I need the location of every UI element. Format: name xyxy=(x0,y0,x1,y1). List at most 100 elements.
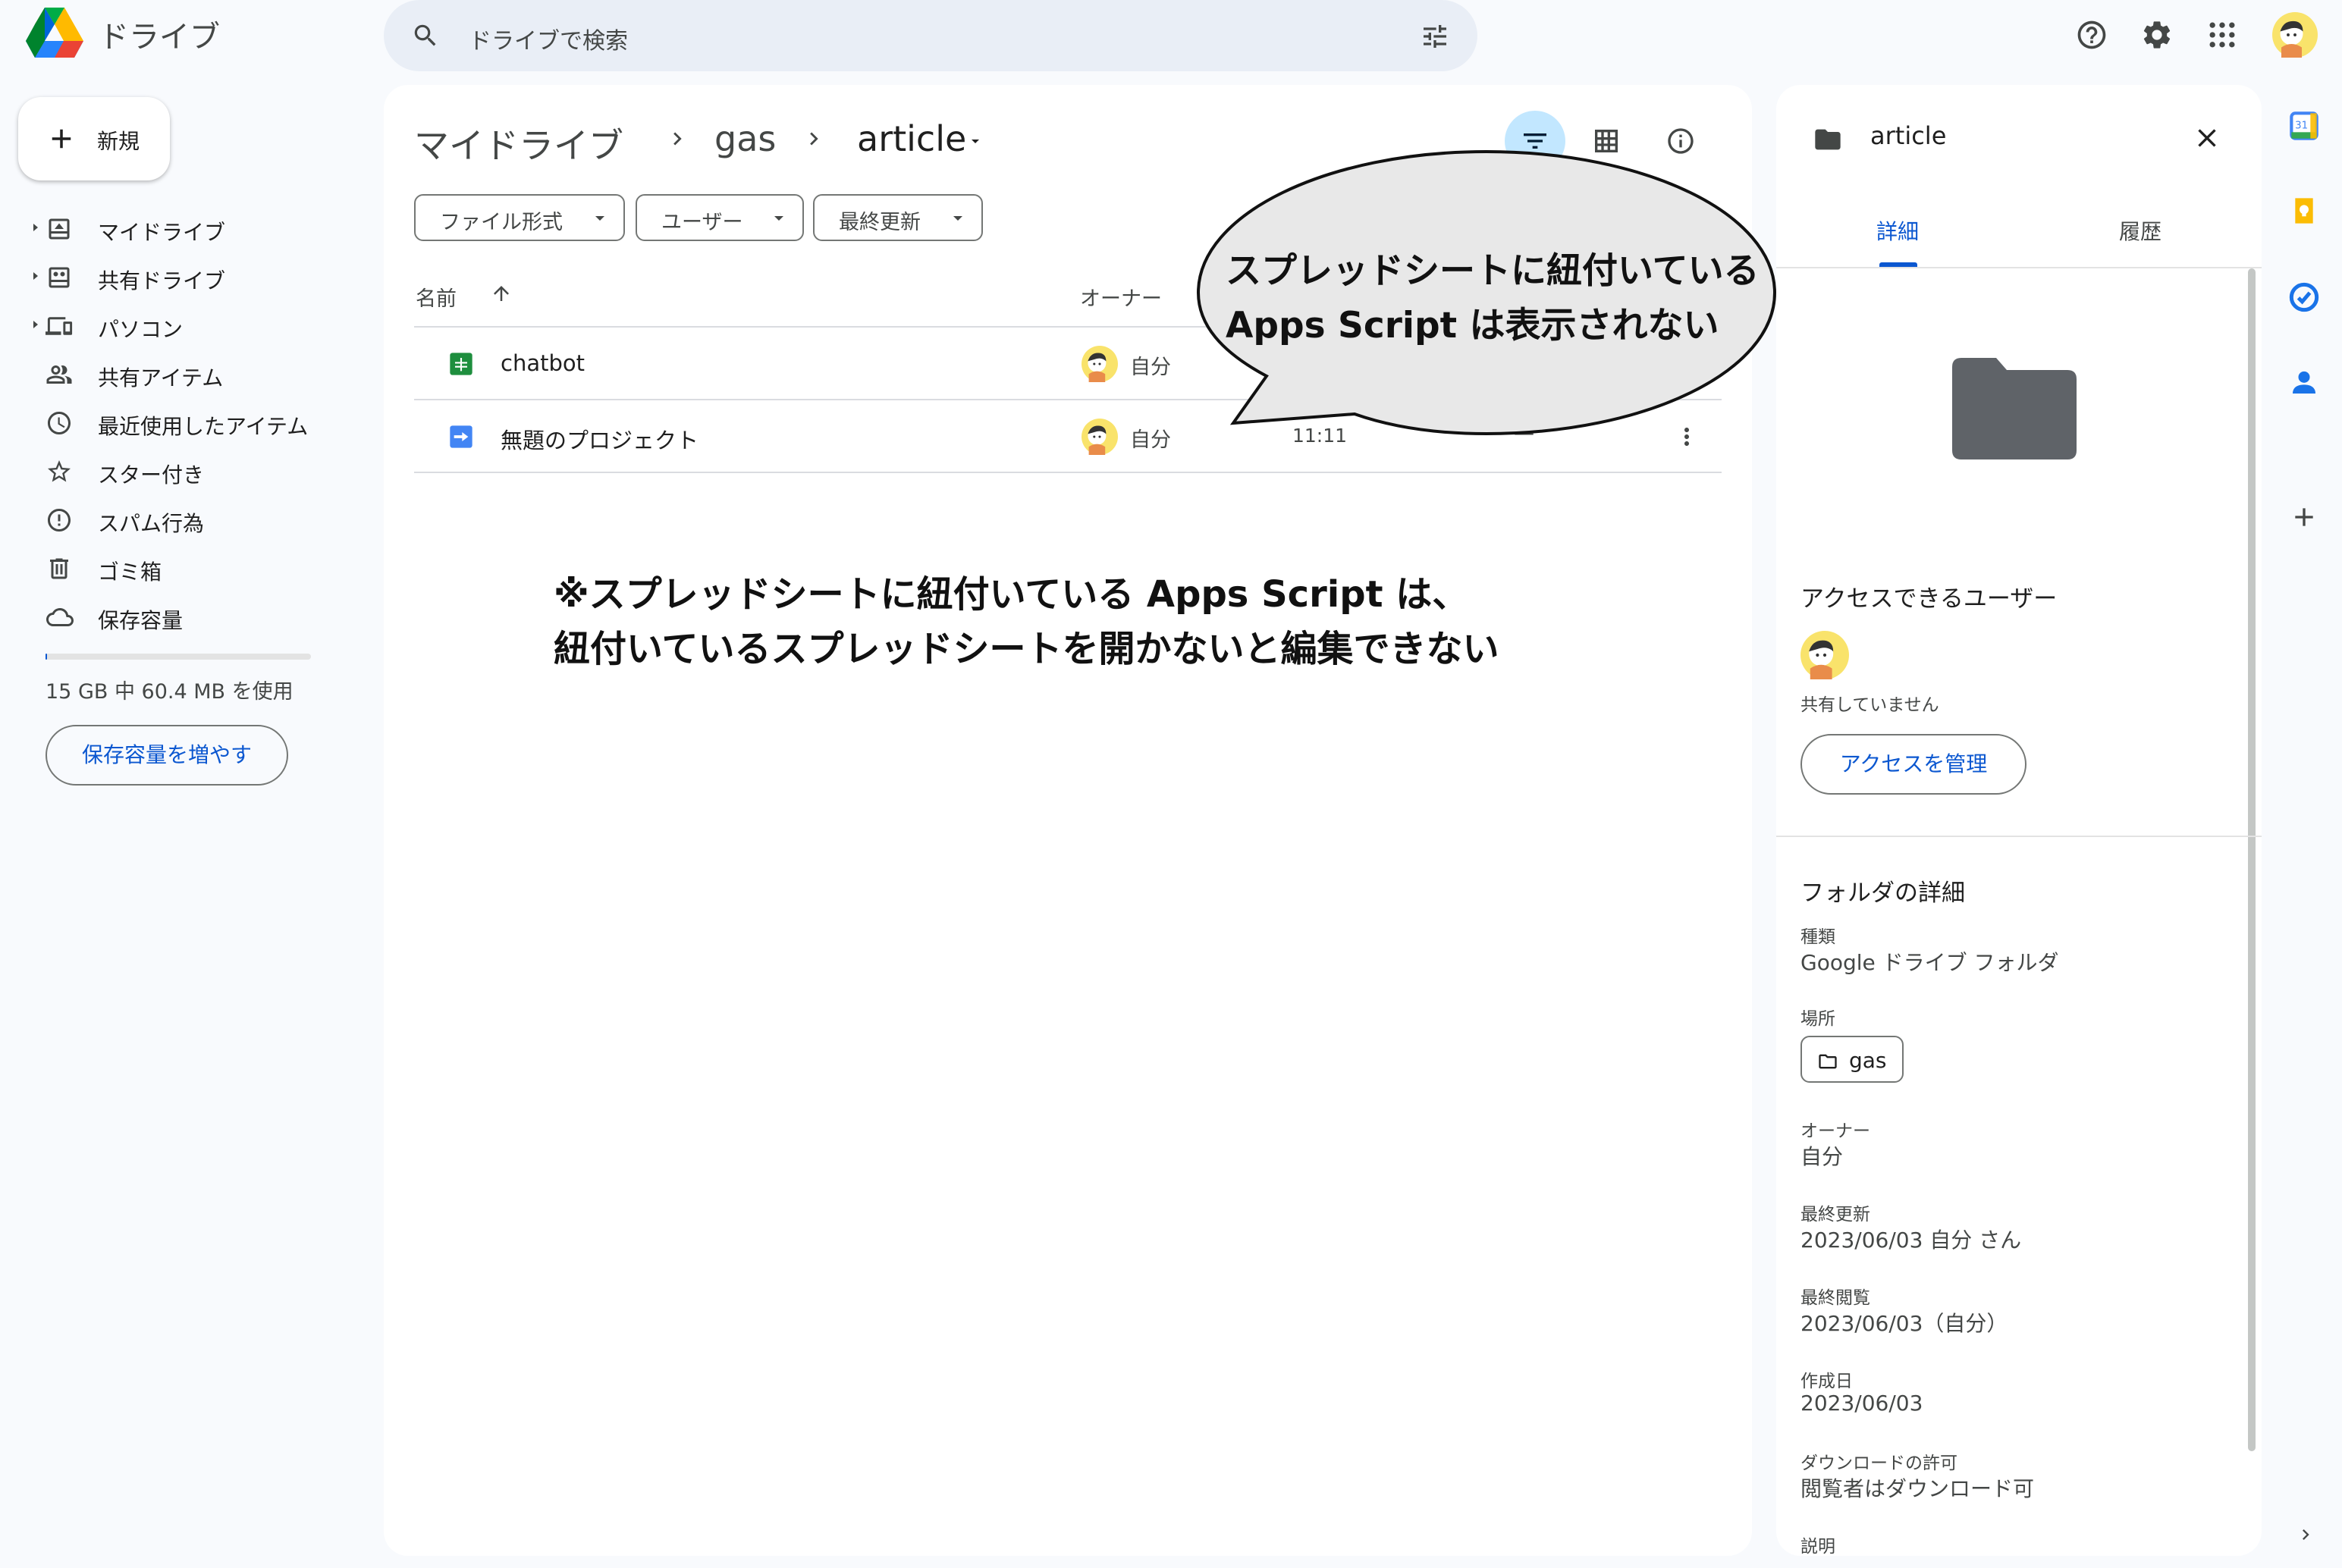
opened-value: 2023/06/03（自分） xyxy=(1800,1311,2008,1336)
calendar-icon[interactable]: 31 xyxy=(2289,111,2319,141)
annotation-note-line: 紐付いているスプレッドシートを開かないと編集できない xyxy=(554,628,1499,670)
search-bar[interactable]: ドライブで検索 xyxy=(384,0,1477,71)
download-value: 閲覧者はダウンロード可 xyxy=(1800,1476,2035,1501)
tasks-icon[interactable] xyxy=(2289,282,2319,312)
nav-item-recent[interactable]: 最近使用したアイテム xyxy=(26,399,367,447)
plus-icon xyxy=(46,123,77,155)
nav-item-label: 共有ドライブ xyxy=(98,268,226,293)
search-input[interactable]: ドライブで検索 xyxy=(469,22,628,55)
nav-item-label: パソコン xyxy=(98,317,184,342)
manage-access-button[interactable]: アクセスを管理 xyxy=(1800,734,2026,795)
sheets-icon xyxy=(449,352,473,376)
location-value: gas xyxy=(1849,1048,1887,1073)
my-drive-icon xyxy=(46,215,73,243)
file-name[interactable]: 無題のプロジェクト xyxy=(501,423,699,455)
location-chip[interactable]: gas xyxy=(1800,1036,1904,1083)
location-label: 場所 xyxy=(1800,1009,1835,1029)
help-icon[interactable] xyxy=(2075,18,2108,52)
owner-avatar xyxy=(1082,346,1118,382)
app-title: ドライブ xyxy=(99,20,220,55)
speech-bubble-line: Apps Script は表示されない xyxy=(1226,305,1719,347)
account-avatar[interactable] xyxy=(2272,12,2318,58)
tab-details[interactable]: 詳細 xyxy=(1876,215,1919,246)
nav-item-label: スパム行為 xyxy=(98,511,205,536)
details-title: article xyxy=(1870,121,1947,150)
calendar-day-text: 31 xyxy=(2295,120,2308,131)
nav-item-trash[interactable]: ゴミ箱 xyxy=(26,544,367,593)
nav-item-shared-with-me[interactable]: 共有アイテム xyxy=(26,350,367,399)
column-header-owner[interactable]: オーナー xyxy=(1080,282,1162,312)
nav-item-spam[interactable]: スパム行為 xyxy=(26,496,367,544)
annotation-note-line: ※スプレッドシートに紐付いている Apps Script は、 xyxy=(554,573,1469,616)
nav-item-shared-drives[interactable]: 共有ドライブ xyxy=(26,253,367,302)
trash-icon xyxy=(46,555,73,582)
speech-bubble-text: スプレッドシートに紐付いている Apps Script は表示されない xyxy=(1226,244,1760,353)
search-icon[interactable] xyxy=(411,21,440,50)
nav-item-starred[interactable]: スター付き xyxy=(26,447,367,496)
breadcrumb-my-drive[interactable]: マイドライブ xyxy=(414,118,623,168)
nav-item-storage[interactable]: 保存容量 xyxy=(26,593,367,641)
column-header-name[interactable]: 名前 xyxy=(416,282,457,312)
close-icon[interactable] xyxy=(2192,123,2222,153)
get-more-storage-button[interactable]: 保存容量を増やす xyxy=(46,725,288,786)
annotation-note: ※スプレッドシートに紐付いている Apps Script は、 紐付いているスプ… xyxy=(554,567,1499,676)
tab-activity[interactable]: 履歴 xyxy=(2119,215,2161,246)
settings-icon[interactable] xyxy=(2140,18,2174,52)
cloud-icon xyxy=(46,604,74,631)
divider xyxy=(1776,836,2262,837)
expand-arrow-icon[interactable] xyxy=(32,319,39,330)
nav-item-label: 最近使用したアイテム xyxy=(98,414,309,439)
chevron-right-icon xyxy=(801,126,827,152)
created-label: 作成日 xyxy=(1800,1372,1853,1391)
apps-grid-icon[interactable] xyxy=(2205,18,2239,52)
type-label: 種類 xyxy=(1800,927,1835,947)
details-panel: article 詳細 履歴 アクセスできるユーザー 共有していません アクセスを… xyxy=(1776,85,2262,1556)
search-options-icon[interactable] xyxy=(1420,21,1450,52)
folder-icon xyxy=(1813,124,1843,155)
sort-arrow-up-icon[interactable] xyxy=(490,282,513,305)
shared-drives-icon xyxy=(46,264,73,291)
file-name[interactable]: chatbot xyxy=(501,350,585,376)
star-icon xyxy=(46,458,73,485)
expand-arrow-icon[interactable] xyxy=(32,222,39,233)
chip-label: 最終更新 xyxy=(839,211,921,234)
filter-file-type[interactable]: ファイル形式 xyxy=(414,194,625,241)
keep-icon[interactable] xyxy=(2289,196,2319,226)
folder-preview-icon xyxy=(1952,358,2077,459)
divider xyxy=(1776,267,2262,268)
spam-icon xyxy=(46,506,73,534)
modified-label: 最終更新 xyxy=(1800,1205,1870,1225)
nav-item-label: ゴミ箱 xyxy=(98,560,162,585)
scrollbar[interactable] xyxy=(2248,268,2256,1451)
opened-label: 最終閲覧 xyxy=(1800,1288,1870,1308)
dropdown-arrow-icon[interactable] xyxy=(966,132,984,150)
nav-item-my-drive[interactable]: マイドライブ xyxy=(26,205,367,253)
contacts-icon[interactable] xyxy=(2289,367,2319,397)
owner-value: 自分 xyxy=(1800,1144,1844,1169)
filter-people[interactable]: ユーザー xyxy=(636,194,804,241)
nav-item-label: スター付き xyxy=(98,463,205,488)
download-label: ダウンロードの許可 xyxy=(1800,1454,1957,1473)
drive-logo[interactable] xyxy=(26,6,83,58)
user-avatar[interactable] xyxy=(1800,631,1849,679)
type-value: Google ドライブ フォルダ xyxy=(1800,950,2059,975)
filter-modified[interactable]: 最終更新 xyxy=(813,194,983,241)
breadcrumb-gas[interactable]: gas xyxy=(714,118,776,159)
clock-icon xyxy=(46,409,73,437)
chevron-right-icon[interactable] xyxy=(2295,1524,2316,1545)
speech-bubble-line: スプレッドシートに紐付いている xyxy=(1226,250,1760,292)
add-addon-icon[interactable] xyxy=(2289,502,2319,532)
breadcrumb-article[interactable]: article xyxy=(857,118,966,159)
storage-usage-text: 15 GB 中 60.4 MB を使用 xyxy=(46,680,294,704)
expand-arrow-icon[interactable] xyxy=(32,271,39,281)
storage-usage-bar xyxy=(46,654,311,660)
new-button[interactable]: 新規 xyxy=(18,97,170,180)
chip-label: ユーザー xyxy=(661,211,743,234)
dropdown-arrow-icon xyxy=(593,214,607,223)
nav-item-computers[interactable]: パソコン xyxy=(26,302,367,350)
nav-item-label: 共有アイテム xyxy=(98,365,224,390)
folder-outline-icon xyxy=(1819,1054,1837,1069)
new-button-label: 新規 xyxy=(97,129,140,154)
chevron-right-icon xyxy=(664,126,690,152)
owner-avatar xyxy=(1082,419,1118,455)
